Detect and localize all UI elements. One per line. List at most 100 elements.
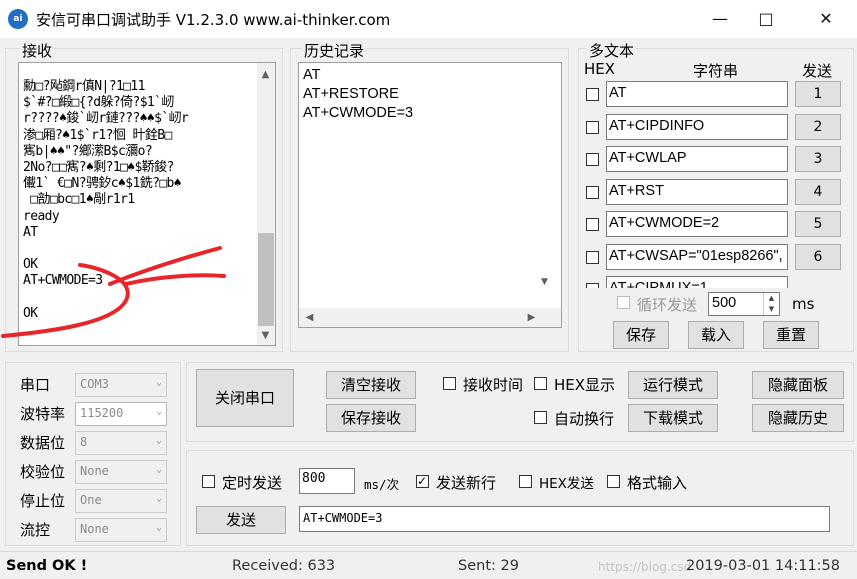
save-receive-button[interactable]: 保存接收 <box>326 404 416 432</box>
loop-unit: ms <box>792 295 815 313</box>
history-items: AT AT+RESTORE AT+CWMODE=3 <box>303 66 413 123</box>
hex-checkbox[interactable] <box>586 153 599 166</box>
receive-line: AT <box>23 224 38 240</box>
multi-string-input[interactable]: AT+CIPMUX=1 <box>606 276 788 288</box>
receive-line: ready <box>23 208 60 224</box>
send-button[interactable]: 发送 <box>196 506 286 534</box>
port-select-flow[interactable]: None ⌄ <box>75 518 167 542</box>
minimize-button[interactable]: — <box>697 0 743 38</box>
send-input[interactable]: AT+CWMODE=3 <box>299 506 830 532</box>
multi-send-button[interactable]: 1 <box>795 81 841 107</box>
format-input-label: 格式输入 <box>627 474 688 492</box>
port-select-stopbits[interactable]: One ⌄ <box>75 489 167 513</box>
multi-string-input[interactable]: AT+CIPDINFO <box>606 113 788 140</box>
close-port-button[interactable]: 关闭串口 <box>196 369 294 427</box>
interval-input[interactable]: 800 <box>299 468 355 494</box>
hide-panel-button[interactable]: 隐藏面板 <box>752 371 844 399</box>
multi-string-input[interactable]: AT <box>606 81 788 107</box>
loop-send-checkbox[interactable] <box>617 296 630 309</box>
history-title: 历史记录 <box>302 40 367 61</box>
multi-send-button[interactable]: 2 <box>795 113 841 140</box>
receive-time-label: 接收时间 <box>463 376 524 394</box>
port-select-parity[interactable]: None ⌄ <box>75 460 167 484</box>
spin-arrows-icon[interactable]: ▲ ▼ <box>763 293 779 315</box>
chevron-down-icon[interactable]: ⌄ <box>156 406 162 417</box>
multi-send-buttons: 1 2 3 4 5 6 <box>795 70 841 288</box>
chevron-down-icon[interactable]: ⌄ <box>156 464 162 475</box>
receive-line: 寯b|♠♠"?鄉潆B$c瀰o? <box>23 143 153 159</box>
port-select-baud[interactable]: 115200 ⌄ <box>75 402 167 426</box>
hide-history-button[interactable]: 隐藏历史 <box>752 404 844 432</box>
port-label-flow: 流控 <box>20 521 51 539</box>
scroll-right-icon[interactable]: ▶ <box>523 309 540 326</box>
multi-string-input[interactable]: AT+CWMODE=2 <box>606 211 788 237</box>
multi-string-input[interactable]: AT+RST <box>606 178 788 205</box>
app-icon: ai <box>8 9 28 29</box>
scroll-thumb[interactable] <box>258 233 274 326</box>
multi-string-input[interactable]: AT+CWSAP="01esp8266", <box>606 243 788 270</box>
port-label-parity: 校验位 <box>20 463 66 481</box>
hex-checkbox[interactable] <box>586 88 599 101</box>
auto-wrap-checkbox[interactable] <box>534 411 547 424</box>
history-list[interactable]: AT AT+RESTORE AT+CWMODE=3 ◀ ▶ <box>298 62 562 328</box>
port-value-parity: None <box>80 464 109 478</box>
hex-checkbox[interactable] <box>586 283 599 288</box>
multi-send-button[interactable]: 4 <box>795 178 841 205</box>
multi-scrollbar[interactable] <box>840 230 852 288</box>
hex-checkbox[interactable] <box>586 185 599 199</box>
receive-line: 勳□?飐鋼r傎N|?1□11 <box>23 79 145 94</box>
reset-button[interactable]: 重置 <box>763 321 819 349</box>
datetime: 2019-03-01 14:11:58 <box>686 558 840 574</box>
save-button[interactable]: 保存 <box>613 321 669 349</box>
clear-receive-button[interactable]: 清空接收 <box>326 371 416 399</box>
hex-checkbox[interactable] <box>586 250 599 264</box>
multi-send-button[interactable]: 5 <box>795 211 841 237</box>
load-button[interactable]: 载入 <box>688 321 744 349</box>
loop-interval-spinner[interactable]: 500 ▲ ▼ <box>708 292 780 316</box>
format-input-checkbox[interactable] <box>607 475 620 488</box>
interval-unit: ms/次 <box>364 477 400 492</box>
port-select-databits[interactable]: 8 ⌄ <box>75 431 167 455</box>
hex-checkbox[interactable] <box>586 120 599 134</box>
close-button[interactable]: ✕ <box>803 0 849 38</box>
red-arrow-shape <box>1 246 226 338</box>
hex-display-checkbox[interactable] <box>534 377 547 390</box>
multi-send-button[interactable]: 3 <box>795 146 841 172</box>
port-label-stopbits: 停止位 <box>20 492 66 510</box>
hex-checkbox[interactable] <box>586 218 599 231</box>
timed-send-checkbox[interactable] <box>202 475 215 488</box>
scroll-left-icon[interactable]: ◀ <box>301 309 318 326</box>
multi-string-input[interactable]: AT+CWLAP <box>606 146 788 172</box>
maximize-button[interactable]: □ <box>743 0 789 38</box>
multi-send-button[interactable]: 6 <box>795 243 841 270</box>
port-value-databits: 8 <box>80 435 88 449</box>
status-message: Send OK ! <box>6 558 88 574</box>
auto-wrap-label: 自动换行 <box>554 410 615 428</box>
receive-time-checkbox[interactable] <box>443 377 456 390</box>
download-mode-button[interactable]: 下载模式 <box>628 404 718 432</box>
multi-string-title: 多文本 <box>587 40 637 61</box>
scroll-down-icon[interactable]: ▼ <box>257 327 274 344</box>
receive-scrollbar[interactable]: ▲ ▼ <box>257 63 275 345</box>
port-select-port[interactable]: COM3 ⌄ <box>75 373 167 397</box>
scroll-up-icon[interactable]: ▲ <box>257 66 274 83</box>
chevron-down-icon[interactable]: ⌄ <box>156 522 162 533</box>
scroll-down-icon[interactable]: ▼ <box>536 274 553 291</box>
timed-send-label: 定时发送 <box>222 474 283 492</box>
history-item[interactable]: AT+RESTORE <box>303 85 413 104</box>
receive-line: $`#?□緞□{?d躲?倚?$1`屻 <box>23 95 174 111</box>
hex-send-checkbox[interactable] <box>519 475 532 488</box>
title-bar[interactable]: ai 安信可串口调试助手 V1.2.3.0 www.ai-thinker.com… <box>0 0 857 38</box>
run-mode-button[interactable]: 运行模式 <box>628 371 718 399</box>
receive-line: □勏□bc□1♠剮r1r1 <box>23 192 135 208</box>
chevron-down-icon[interactable]: ⌄ <box>156 493 162 504</box>
chevron-down-icon[interactable]: ⌄ <box>156 435 162 446</box>
sent-count: Sent: 29 <box>458 558 519 574</box>
send-newline-checkbox[interactable] <box>416 475 429 488</box>
history-item[interactable]: AT <box>303 66 413 85</box>
history-item[interactable]: AT+CWMODE=3 <box>303 104 413 123</box>
history-hscrollbar[interactable]: ◀ ▶ <box>299 308 561 327</box>
chevron-down-icon[interactable]: ⌄ <box>156 377 162 388</box>
watermark: https://blog.csdn.net/... <box>598 560 690 574</box>
multi-rows-viewport: AT AT+CIPDINFO AT+CWLAP AT+RST AT+CWMODE=2 AT… <box>578 78 794 288</box>
